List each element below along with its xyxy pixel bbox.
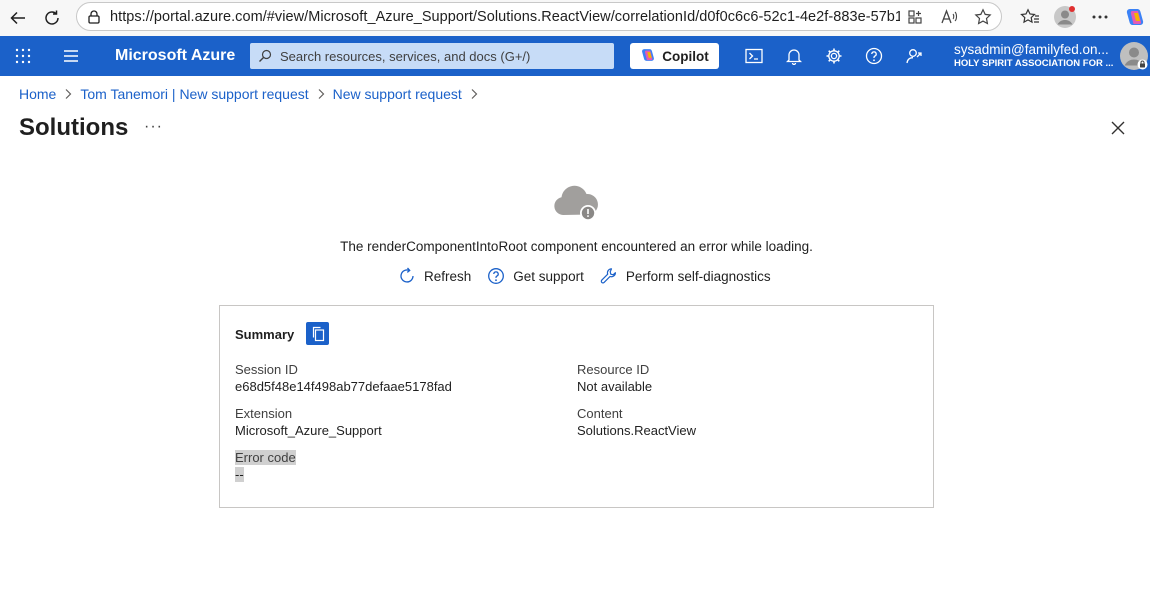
copilot-sidebar-icon[interactable] (1117, 3, 1150, 31)
app-available-icon[interactable] (905, 7, 925, 27)
url-text[interactable]: https://portal.azure.com/#view/Microsoft… (110, 9, 900, 25)
search-icon (258, 49, 272, 63)
summary-title: Summary (235, 327, 295, 342)
account-avatar[interactable] (1119, 41, 1149, 71)
feedback-icon[interactable] (902, 44, 926, 68)
cloud-shell-icon[interactable] (742, 44, 766, 68)
global-search-input[interactable]: Search resources, services, and docs (G+… (250, 43, 614, 69)
question-circle-icon (487, 267, 505, 285)
copilot-button[interactable]: Copilot (630, 43, 719, 69)
site-info-icon[interactable] (86, 9, 102, 25)
extension-value: Microsoft_Azure_Support (235, 423, 382, 438)
extension-field: Extension Microsoft_Azure_Support (235, 406, 382, 438)
breadcrumb-new-support-request[interactable]: New support request (333, 86, 462, 102)
back-arrow-icon (10, 11, 25, 25)
portal-brand[interactable]: Microsoft Azure (115, 47, 235, 65)
content-field: Content Solutions.ReactView (577, 406, 696, 438)
resource-id-value: Not available (577, 379, 653, 394)
app-launcher-icon[interactable] (14, 47, 32, 70)
chevron-right-icon (470, 88, 478, 100)
more-menu-icon[interactable] (1082, 3, 1117, 31)
wrench-icon (600, 267, 618, 285)
error-actions: Refresh Get support Perform self-diagnos… (398, 267, 787, 285)
error-code-field: Error code -- (235, 450, 296, 482)
copilot-icon (640, 47, 656, 66)
error-summary-panel: Summary Session ID e68d5f48e14f498ab77de… (219, 305, 934, 508)
more-options-button[interactable]: ··· (144, 118, 163, 136)
read-aloud-icon[interactable] (939, 7, 959, 27)
azure-portal-header: Microsoft Azure Search resources, servic… (0, 36, 1150, 76)
refresh-icon (398, 267, 416, 285)
refresh-label: Refresh (424, 268, 472, 284)
address-bar[interactable]: https://portal.azure.com/#view/Microsoft… (76, 2, 1002, 31)
close-icon[interactable] (1108, 118, 1128, 143)
chevron-right-icon (317, 88, 325, 100)
profile-avatar-icon[interactable] (1047, 3, 1082, 31)
session-id-label: Session ID (235, 362, 298, 377)
search-placeholder: Search resources, services, and docs (G+… (280, 48, 531, 64)
refresh-button[interactable]: Refresh (398, 267, 471, 285)
account-menu[interactable]: sysadmin@familyfed.on... HOLY SPIRIT ASS… (954, 42, 1113, 69)
content-value: Solutions.ReactView (577, 423, 696, 438)
cloud-error-icon (551, 183, 603, 228)
error-message: The renderComponentIntoRoot component en… (340, 239, 813, 254)
self-diagnostics-label: Perform self-diagnostics (625, 268, 771, 284)
resource-id-label: Resource ID (577, 362, 650, 377)
account-user: sysadmin@familyfed.on... (954, 42, 1109, 57)
get-support-label: Get support (513, 268, 584, 284)
settings-gear-icon[interactable] (822, 44, 846, 68)
reload-button[interactable] (34, 2, 70, 34)
content-label: Content (577, 406, 623, 421)
page-title: Solutions (19, 114, 129, 141)
error-code-label: Error code (235, 450, 296, 465)
help-icon[interactable] (862, 44, 886, 68)
reload-icon (45, 10, 59, 25)
portal-menu-icon[interactable] (62, 48, 80, 69)
error-code-value: -- (235, 467, 244, 482)
extension-label: Extension (235, 406, 293, 421)
breadcrumb: Home Tom Tanemori | New support request … (19, 86, 486, 102)
get-support-button[interactable]: Get support (487, 267, 584, 285)
favorite-star-icon[interactable] (973, 7, 993, 27)
self-diagnostics-button[interactable]: Perform self-diagnostics (600, 267, 771, 285)
account-tenant: HOLY SPIRIT ASSOCIATION FOR ... (954, 58, 1114, 69)
copilot-label: Copilot (662, 48, 709, 64)
copy-icon (312, 326, 324, 341)
session-id-value: e68d5f48e14f498ab77defaae5178fad (235, 379, 452, 394)
breadcrumb-support-request-user[interactable]: Tom Tanemori | New support request (80, 86, 308, 102)
notifications-bell-icon[interactable] (782, 44, 806, 68)
breadcrumb-home[interactable]: Home (19, 86, 56, 102)
back-button[interactable] (0, 2, 36, 34)
session-id-field: Session ID e68d5f48e14f498ab77defaae5178… (235, 362, 452, 394)
browser-toolbar: https://portal.azure.com/#view/Microsoft… (0, 0, 1150, 36)
resource-id-field: Resource ID Not available (577, 362, 652, 394)
chevron-right-icon (64, 88, 72, 100)
copy-button[interactable] (306, 322, 329, 345)
favorites-icon[interactable] (1012, 3, 1047, 31)
